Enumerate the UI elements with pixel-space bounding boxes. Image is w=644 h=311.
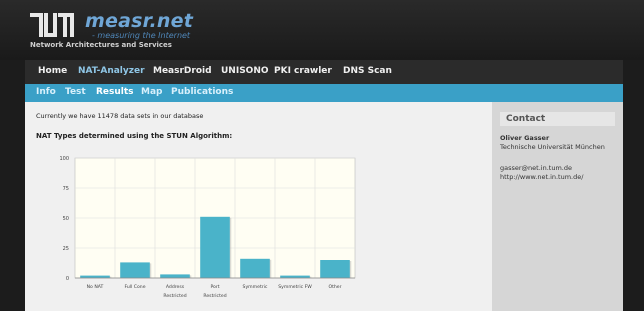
chart-xtick-label: Symmetric [243,284,268,290]
site-tagline: - measuring the Internet [92,31,191,40]
chart-xtick-label: Address [166,284,185,290]
contact-url[interactable]: http://www.net.in.tum.de/ [500,173,583,181]
contact-name: Oliver Gasser [500,134,550,142]
nav-measrdroid[interactable]: MeasrDroid [153,66,212,76]
chart-ytick-label: 75 [63,186,69,192]
chart-ytick-label: 25 [63,246,69,252]
sub-nav: Info Test Results Map Publications [25,84,623,102]
nav-home[interactable]: Home [38,66,67,76]
nav-dns-scan[interactable]: DNS Scan [343,66,392,76]
site-brand[interactable]: measr.net [85,10,193,32]
dataset-count-text: Currently we have 11478 data sets in our… [36,112,204,120]
nat-types-chart: 0 25 50 75 100 No NAT Full Cone Address Restrict… [59,156,356,299]
contact-email[interactable]: gasser@net.in.tum.de [500,164,572,172]
chart-xtick-label: Restricted [163,293,186,299]
nav-unisono[interactable]: UNISONO [221,66,269,76]
chart-xtick-label: Other [328,284,341,290]
chart-bar[interactable] [200,216,230,278]
subnav-publications[interactable]: Publications [171,87,233,97]
tum-logo-icon[interactable] [30,13,74,37]
subnav-info[interactable]: Info [36,87,56,97]
chart-xtick-label: No NAT [87,284,104,290]
subnav-results[interactable]: Results [96,87,134,97]
chart-xtick-label: Restricted [203,293,226,299]
chart-ytick-label: 100 [59,156,69,162]
chart-bar[interactable] [160,274,190,278]
site-header: measr.net - measuring the Internet Netwo… [0,0,644,60]
chart-bar[interactable] [320,260,350,278]
chart-bar[interactable] [120,262,150,278]
main-content: Currently we have 11478 data sets in our… [25,102,492,311]
subnav-test[interactable]: Test [65,87,86,97]
subnav-map[interactable]: Map [141,87,162,97]
chart-bar[interactable] [240,258,270,278]
chart-heading: NAT Types determined using the STUN Algo… [36,132,233,140]
chart-ytick-label: 50 [63,216,69,222]
page-container: Home NAT-Analyzer MeasrDroid UNISONO PKI… [25,60,623,311]
chart-xtick-label: Full Cone [124,284,145,290]
nav-pki-crawler[interactable]: PKI crawler [274,66,332,76]
contact-box: Contact [500,112,615,126]
chart-ytick-label: 0 [66,276,69,282]
contact-title: Contact [506,114,546,124]
site-subtitle: Network Architectures and Services [30,41,172,49]
chart-xtick-label: Symmetric FW [278,284,312,290]
sidebar: Contact Oliver Gasser Technische Univers… [492,102,623,311]
main-nav: Home NAT-Analyzer MeasrDroid UNISONO PKI… [25,60,623,84]
chart-xtick-label: Port [210,284,219,290]
contact-org: Technische Universität München [500,143,605,151]
nav-nat-analyzer[interactable]: NAT-Analyzer [78,66,145,76]
